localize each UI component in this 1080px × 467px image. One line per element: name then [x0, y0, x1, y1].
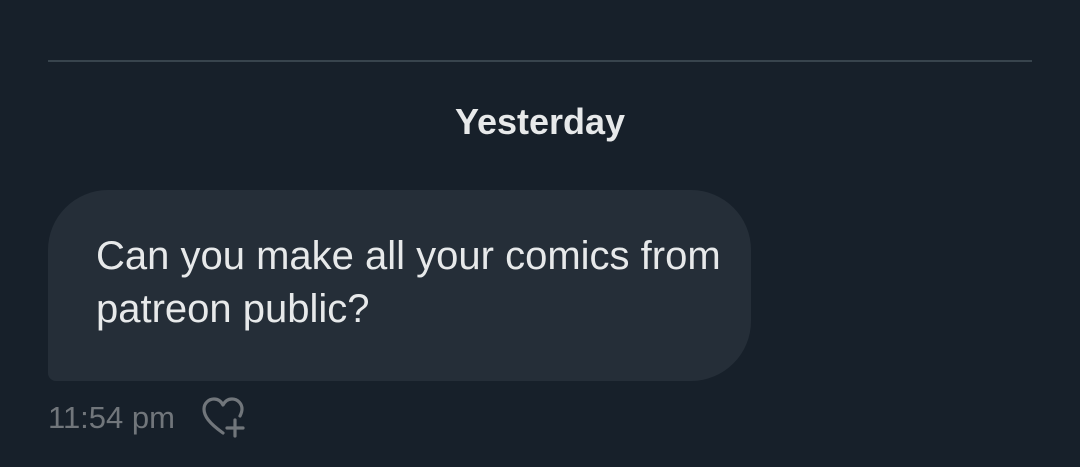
message-meta: 11:54 pm	[48, 396, 249, 440]
message-timestamp: 11:54 pm	[48, 400, 175, 435]
date-separator: Yesterday	[454, 101, 626, 142]
add-reaction-button[interactable]	[201, 396, 249, 440]
heart-plus-icon	[202, 397, 245, 438]
message-text: Can you make all your comics from patreo…	[96, 234, 721, 331]
message-bubble[interactable]: Can you make all your comics from patreo…	[48, 190, 751, 381]
conversation-divider	[48, 60, 1032, 62]
